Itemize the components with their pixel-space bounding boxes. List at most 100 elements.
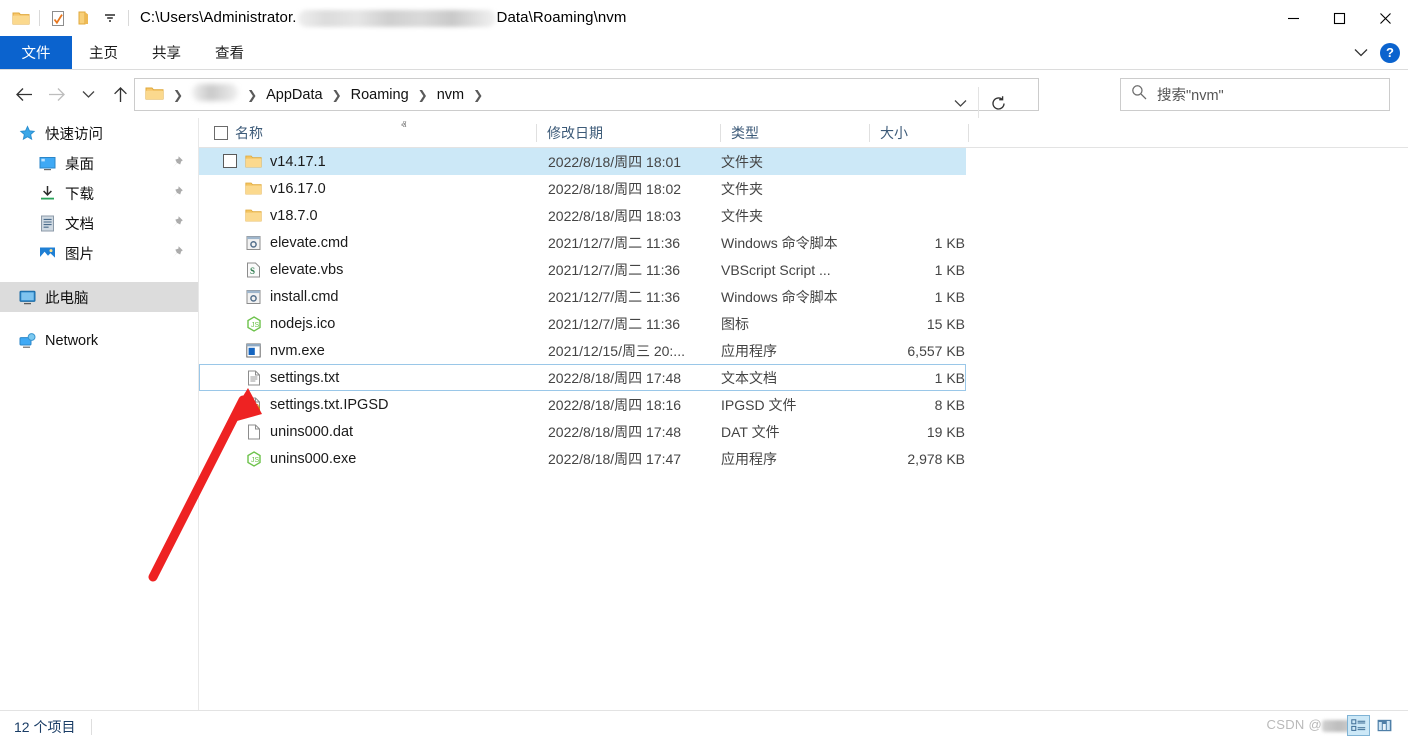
breadcrumb-item-redacted[interactable] bbox=[188, 84, 242, 105]
blank-file-icon bbox=[245, 423, 262, 440]
new-folder-icon[interactable] bbox=[71, 5, 97, 31]
table-row[interactable]: nvm.exe 2021/12/15/周三 20:... 应用程序 6,557 … bbox=[199, 337, 1408, 364]
breadcrumb-dropdown-icon[interactable] bbox=[944, 87, 976, 120]
vbs-icon: S bbox=[245, 261, 262, 278]
sidebar-item-pictures[interactable]: 图片 bbox=[0, 238, 198, 268]
file-size: 2,978 KB bbox=[907, 450, 965, 467]
view-mode-buttons bbox=[1347, 715, 1396, 736]
sidebar-item-quick-access[interactable]: 快速访问 bbox=[0, 118, 198, 148]
forward-button[interactable] bbox=[40, 78, 72, 110]
file-date: 2022/8/18/周四 17:47 bbox=[548, 450, 682, 467]
pin-icon[interactable] bbox=[170, 185, 184, 199]
sidebar-label-documents: 文档 bbox=[65, 216, 94, 233]
table-row[interactable]: install.cmd 2021/12/7/周二 11:36 Windows 命… bbox=[199, 283, 1408, 310]
column-label-date: 修改日期 bbox=[547, 125, 603, 141]
tab-share[interactable]: 共享 bbox=[135, 36, 198, 69]
file-rows: v14.17.1 2022/8/18/周四 18:01 文件夹 v16.17.0… bbox=[199, 148, 1408, 472]
properties-icon[interactable] bbox=[45, 5, 71, 31]
star-icon bbox=[18, 124, 36, 142]
sidebar-item-desktop[interactable]: 桌面 bbox=[0, 148, 198, 178]
up-button[interactable] bbox=[104, 78, 136, 110]
file-name-cell: v18.7.0 bbox=[245, 207, 318, 224]
table-row[interactable]: unins000.dat 2022/8/18/周四 17:48 DAT 文件 1… bbox=[199, 418, 1408, 445]
column-label-name: 名称 bbox=[235, 125, 263, 141]
sidebar-item-network[interactable]: Network bbox=[0, 326, 198, 356]
column-divider-4[interactable] bbox=[968, 124, 969, 142]
sidebar-gap-1 bbox=[0, 268, 198, 282]
tab-file[interactable]: 文件 bbox=[0, 36, 72, 69]
search-icon bbox=[1131, 84, 1147, 105]
back-button[interactable] bbox=[8, 78, 40, 110]
column-header-name[interactable]: 名称 ⱏ bbox=[225, 118, 536, 148]
table-row[interactable]: S elevate.vbs 2021/12/7/周二 11:36 VBScrip… bbox=[199, 256, 1408, 283]
sidebar-item-this-pc[interactable]: 此电脑 bbox=[0, 282, 198, 312]
table-row[interactable]: JS unins000.exe 2022/8/18/周四 17:47 应用程序 … bbox=[199, 445, 1408, 472]
svg-text:JS: JS bbox=[251, 322, 260, 329]
file-name-cell: JS unins000.exe bbox=[245, 450, 356, 467]
cmd-icon bbox=[245, 288, 262, 305]
recent-locations-button[interactable] bbox=[72, 78, 104, 110]
status-bar: 12 个项目 CSDN @ bbox=[0, 710, 1408, 742]
table-row[interactable]: elevate.cmd 2021/12/7/周二 11:36 Windows 命… bbox=[199, 229, 1408, 256]
breadcrumb-separator-4: ❯ bbox=[417, 87, 428, 102]
pin-icon[interactable] bbox=[170, 215, 184, 229]
table-row[interactable]: v14.17.1 2022/8/18/周四 18:01 文件夹 bbox=[199, 148, 966, 175]
file-type: DAT 文件 bbox=[721, 423, 780, 440]
pictures-icon bbox=[38, 244, 56, 262]
address-bar: ❯ ❯ AppData ❯ Roaming ❯ nvm ❯ 搜索"nvm" bbox=[0, 70, 1408, 120]
network-icon bbox=[18, 332, 36, 350]
column-header-size[interactable]: 大小 bbox=[870, 118, 968, 148]
toolbar-separator-2 bbox=[128, 10, 129, 26]
table-row[interactable]: settings.txt 2022/8/18/周四 17:48 文本文档 1 K… bbox=[199, 364, 966, 391]
svg-text:S: S bbox=[250, 266, 255, 276]
table-row[interactable]: v16.17.0 2022/8/18/周四 18:02 文件夹 bbox=[199, 175, 1408, 202]
ribbon-expand-icon[interactable] bbox=[1354, 44, 1368, 62]
file-date: 2022/8/18/周四 18:01 bbox=[548, 153, 682, 170]
pin-icon[interactable] bbox=[170, 155, 184, 169]
refresh-button[interactable] bbox=[978, 87, 1018, 120]
close-button[interactable] bbox=[1362, 0, 1408, 36]
file-date: 2022/8/18/周四 17:48 bbox=[548, 369, 682, 386]
file-explorer-window: C:\Users\Administrator. Data\Roaming\nvm … bbox=[0, 0, 1408, 742]
cmd-icon bbox=[245, 234, 262, 251]
breadcrumb-item-nvm[interactable]: nvm bbox=[433, 87, 468, 103]
minimize-button[interactable] bbox=[1270, 0, 1316, 36]
column-header-type[interactable]: 类型 bbox=[721, 118, 869, 148]
pin-icon[interactable] bbox=[170, 245, 184, 259]
help-button[interactable]: ? bbox=[1380, 42, 1400, 63]
maximize-button[interactable] bbox=[1316, 0, 1362, 36]
breadcrumb[interactable]: ❯ ❯ AppData ❯ Roaming ❯ nvm ❯ bbox=[134, 78, 1039, 120]
column-headers: 名称 ⱏ 修改日期 类型 大小 bbox=[199, 118, 1408, 148]
sort-ascending-icon: ⱏ bbox=[401, 120, 407, 132]
sidebar-item-downloads[interactable]: 下载 bbox=[0, 178, 198, 208]
details-view-button[interactable] bbox=[1347, 715, 1370, 736]
row-checkbox[interactable] bbox=[223, 154, 237, 168]
table-row[interactable]: v18.7.0 2022/8/18/周四 18:03 文件夹 bbox=[199, 202, 1408, 229]
file-name-cell: v14.17.1 bbox=[245, 153, 326, 170]
desktop-icon bbox=[38, 154, 56, 172]
table-row[interactable]: JS nodejs.ico 2021/12/7/周二 11:36 图标 15 K… bbox=[199, 310, 1408, 337]
svg-text:JS: JS bbox=[251, 457, 260, 464]
window-controls bbox=[1270, 0, 1408, 36]
sidebar-label-quick-access: 快速访问 bbox=[45, 126, 103, 143]
table-row[interactable]: settings.txt.IPGSD 2022/8/18/周四 18:16 IP… bbox=[199, 391, 1408, 418]
large-icons-view-button[interactable] bbox=[1373, 715, 1396, 736]
breadcrumb-item-appdata[interactable]: AppData bbox=[262, 87, 326, 103]
sidebar-item-documents[interactable]: 文档 bbox=[0, 208, 198, 238]
file-name: v14.17.1 bbox=[270, 153, 326, 170]
file-type: 图标 bbox=[721, 315, 749, 332]
search-input[interactable]: 搜索"nvm" bbox=[1120, 78, 1390, 111]
toolbar-separator bbox=[39, 10, 40, 26]
breadcrumb-separator-1: ❯ bbox=[173, 87, 184, 102]
file-date: 2021/12/7/周二 11:36 bbox=[548, 261, 681, 278]
breadcrumb-item-roaming[interactable]: Roaming bbox=[347, 87, 413, 103]
sidebar-label-desktop: 桌面 bbox=[65, 156, 94, 173]
column-header-date[interactable]: 修改日期 bbox=[537, 118, 720, 148]
window-title-suffix: Data\Roaming\nvm bbox=[496, 9, 627, 27]
folder-icon[interactable] bbox=[8, 5, 34, 31]
chevron-down-icon[interactable] bbox=[97, 5, 123, 31]
file-type: 文件夹 bbox=[721, 207, 763, 224]
tab-view[interactable]: 查看 bbox=[198, 36, 261, 69]
tab-home[interactable]: 主页 bbox=[72, 36, 135, 69]
file-name: nvm.exe bbox=[270, 342, 325, 359]
